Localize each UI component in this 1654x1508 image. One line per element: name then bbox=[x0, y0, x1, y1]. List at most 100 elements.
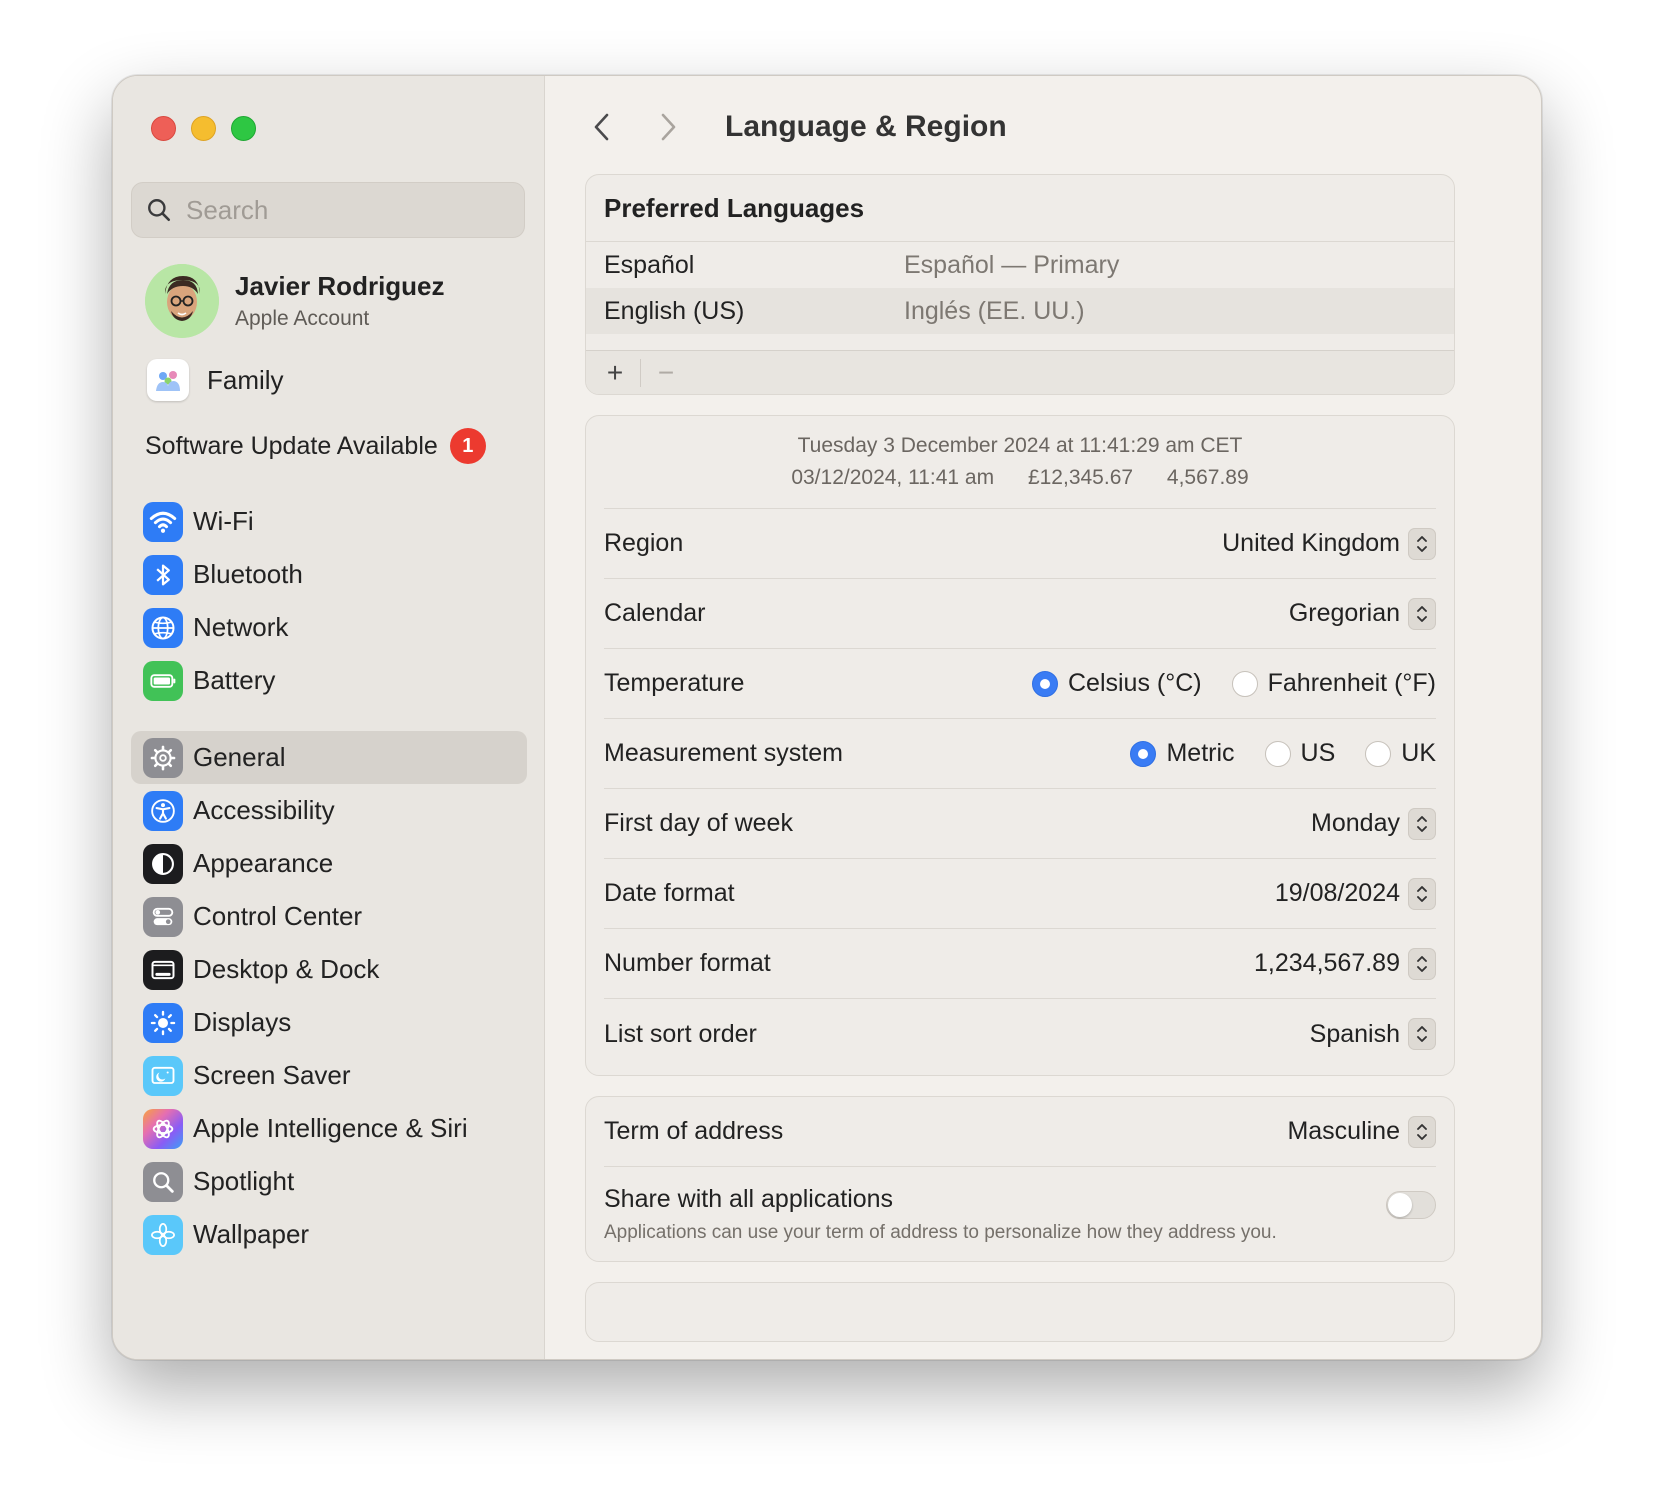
share-term-description: Applications can use your term of addres… bbox=[604, 1222, 1277, 1243]
radio-selected-indicator bbox=[1031, 670, 1058, 697]
radio-label: Metric bbox=[1166, 739, 1235, 767]
language-row[interactable]: Español Español — Primary bbox=[586, 242, 1454, 288]
sort-order-popup[interactable]: Spanish bbox=[1310, 1018, 1436, 1050]
chevron-right-icon bbox=[661, 113, 676, 141]
sidebar-item-wallpaper[interactable]: Wallpaper bbox=[131, 1208, 527, 1261]
calendar-value: Gregorian bbox=[1288, 599, 1400, 627]
number-format-popup[interactable]: 1,234,567.89 bbox=[1254, 947, 1436, 980]
sun-icon bbox=[143, 1002, 183, 1043]
temperature-label: Temperature bbox=[604, 669, 745, 697]
sidebar-item-desktop-dock[interactable]: Desktop & Dock bbox=[131, 943, 527, 996]
term-of-address-popup[interactable]: Masculine bbox=[1287, 1115, 1436, 1148]
sidebar-item-label: Spotlight bbox=[193, 1166, 295, 1196]
share-term-toggle[interactable] bbox=[1386, 1191, 1436, 1219]
bluetooth-icon bbox=[143, 554, 183, 595]
radio-label: Fahrenheit (°F) bbox=[1267, 669, 1436, 697]
uk-radio[interactable]: UK bbox=[1365, 739, 1436, 768]
calendar-label: Calendar bbox=[604, 599, 706, 627]
updown-chevron-icon bbox=[1408, 1115, 1436, 1148]
sidebar-item-label: Displays bbox=[193, 1007, 292, 1037]
language-list-controls: + − bbox=[586, 350, 1454, 394]
sort-order-value: Spanish bbox=[1309, 1019, 1400, 1048]
share-term-title: Share with all applications bbox=[604, 1185, 894, 1213]
date-format-popup[interactable]: 19/08/2024 bbox=[1274, 877, 1436, 910]
temperature-radio-group: Celsius (°C) Fahrenheit (°F) bbox=[1031, 669, 1436, 698]
number-format-value: 1,234,567.89 bbox=[1254, 949, 1400, 977]
preview-number: 4,567.89 bbox=[1166, 466, 1249, 489]
wallpaper-icon bbox=[143, 1214, 183, 1255]
account-name: Javier Rodriguez bbox=[235, 271, 445, 301]
sidebar-item-spotlight[interactable]: Spotlight bbox=[131, 1155, 527, 1208]
close-window-button[interactable] bbox=[151, 116, 176, 141]
radio-label: US bbox=[1300, 739, 1336, 767]
sidebar-item-control-center[interactable]: Control Center bbox=[131, 890, 527, 943]
updown-chevron-icon bbox=[1408, 597, 1436, 630]
window-controls bbox=[151, 116, 256, 141]
first-day-popup[interactable]: Monday bbox=[1311, 807, 1436, 840]
preferred-languages-title: Preferred Languages bbox=[586, 175, 1454, 242]
add-language-button[interactable]: + bbox=[596, 356, 634, 390]
updown-chevron-icon bbox=[1408, 807, 1436, 840]
sidebar-item-battery[interactable]: Battery bbox=[131, 654, 527, 707]
radio-indicator bbox=[1264, 740, 1291, 767]
sidebar-item-label: Apple Intelligence & Siri bbox=[193, 1113, 468, 1143]
metric-radio[interactable]: Metric bbox=[1130, 739, 1235, 768]
toolbar: Language & Region bbox=[585, 102, 1007, 152]
apple-account-item[interactable]: Javier Rodriguez Apple Account bbox=[145, 264, 445, 338]
sidebar-item-label: Network bbox=[193, 612, 289, 642]
radio-label: Celsius (°C) bbox=[1067, 669, 1202, 697]
sidebar-item-apple-intelligence-siri[interactable]: Apple Intelligence & Siri bbox=[131, 1102, 527, 1155]
sidebar-item-displays[interactable]: Displays bbox=[131, 996, 527, 1049]
us-radio[interactable]: US bbox=[1264, 739, 1336, 768]
date-format-row: Date format 19/08/2024 bbox=[604, 859, 1436, 929]
sidebar-item-wifi[interactable]: Wi-Fi bbox=[131, 495, 527, 548]
sidebar-item-label: General bbox=[193, 742, 286, 772]
sidebar-item-bluetooth[interactable]: Bluetooth bbox=[131, 548, 527, 601]
next-settings-card bbox=[585, 1282, 1455, 1342]
region-value: United Kingdom bbox=[1222, 529, 1400, 557]
sidebar-item-network[interactable]: Network bbox=[131, 601, 527, 654]
fahrenheit-radio[interactable]: Fahrenheit (°F) bbox=[1231, 669, 1436, 698]
calendar-popup[interactable]: Gregorian bbox=[1288, 597, 1436, 630]
forward-button[interactable] bbox=[651, 105, 685, 149]
settings-window: Javier Rodriguez Apple Account Family So… bbox=[112, 75, 1542, 1360]
remove-language-button[interactable]: − bbox=[647, 356, 685, 390]
sort-order-label: List sort order bbox=[604, 1019, 757, 1048]
date-format-label: Date format bbox=[604, 879, 735, 907]
radio-selected-indicator bbox=[1130, 740, 1157, 767]
siri-icon bbox=[143, 1108, 183, 1149]
spotlight-icon bbox=[143, 1161, 183, 1202]
sidebar-item-appearance[interactable]: Appearance bbox=[131, 837, 527, 890]
page-title: Language & Region bbox=[725, 110, 1007, 143]
region-popup[interactable]: United Kingdom bbox=[1222, 527, 1436, 560]
sort-order-row: List sort order Spanish bbox=[604, 999, 1436, 1069]
updown-chevron-icon bbox=[1408, 947, 1436, 980]
sidebar-item-general[interactable]: General bbox=[131, 731, 527, 784]
sidebar-item-accessibility[interactable]: Accessibility bbox=[131, 784, 527, 837]
temperature-row: Temperature Celsius (°C) Fahrenheit (°F) bbox=[604, 649, 1436, 719]
search-field[interactable] bbox=[131, 182, 525, 238]
sidebar: Javier Rodriguez Apple Account Family So… bbox=[113, 76, 545, 1359]
gear-icon bbox=[143, 737, 183, 778]
search-input[interactable] bbox=[186, 194, 486, 226]
term-of-address-value: Masculine bbox=[1287, 1117, 1400, 1145]
language-row[interactable]: English (US) Inglés (EE. UU.) bbox=[586, 288, 1454, 334]
zoom-window-button[interactable] bbox=[231, 116, 256, 141]
sidebar-item-family[interactable]: Family bbox=[147, 359, 284, 401]
appearance-icon bbox=[143, 843, 183, 884]
back-button[interactable] bbox=[585, 105, 619, 149]
screen-saver-icon bbox=[143, 1055, 183, 1096]
sidebar-group-system: General Accessibility Appearance Control… bbox=[131, 731, 527, 1261]
date-format-value: 19/08/2024 bbox=[1274, 879, 1400, 907]
first-day-value: Monday bbox=[1311, 809, 1400, 837]
sidebar-item-screen-saver[interactable]: Screen Saver bbox=[131, 1049, 527, 1102]
sidebar-item-label: Desktop & Dock bbox=[193, 954, 380, 984]
preview-date-time: 03/12/2024, 11:41 am bbox=[791, 466, 995, 489]
software-update-label: Software Update Available bbox=[145, 431, 438, 460]
first-day-label: First day of week bbox=[604, 809, 793, 837]
software-update-item[interactable]: Software Update Available 1 bbox=[145, 428, 486, 464]
celsius-radio[interactable]: Celsius (°C) bbox=[1031, 669, 1202, 698]
region-row: Region United Kingdom bbox=[604, 509, 1436, 579]
family-icon bbox=[147, 359, 189, 401]
minimize-window-button[interactable] bbox=[191, 116, 216, 141]
